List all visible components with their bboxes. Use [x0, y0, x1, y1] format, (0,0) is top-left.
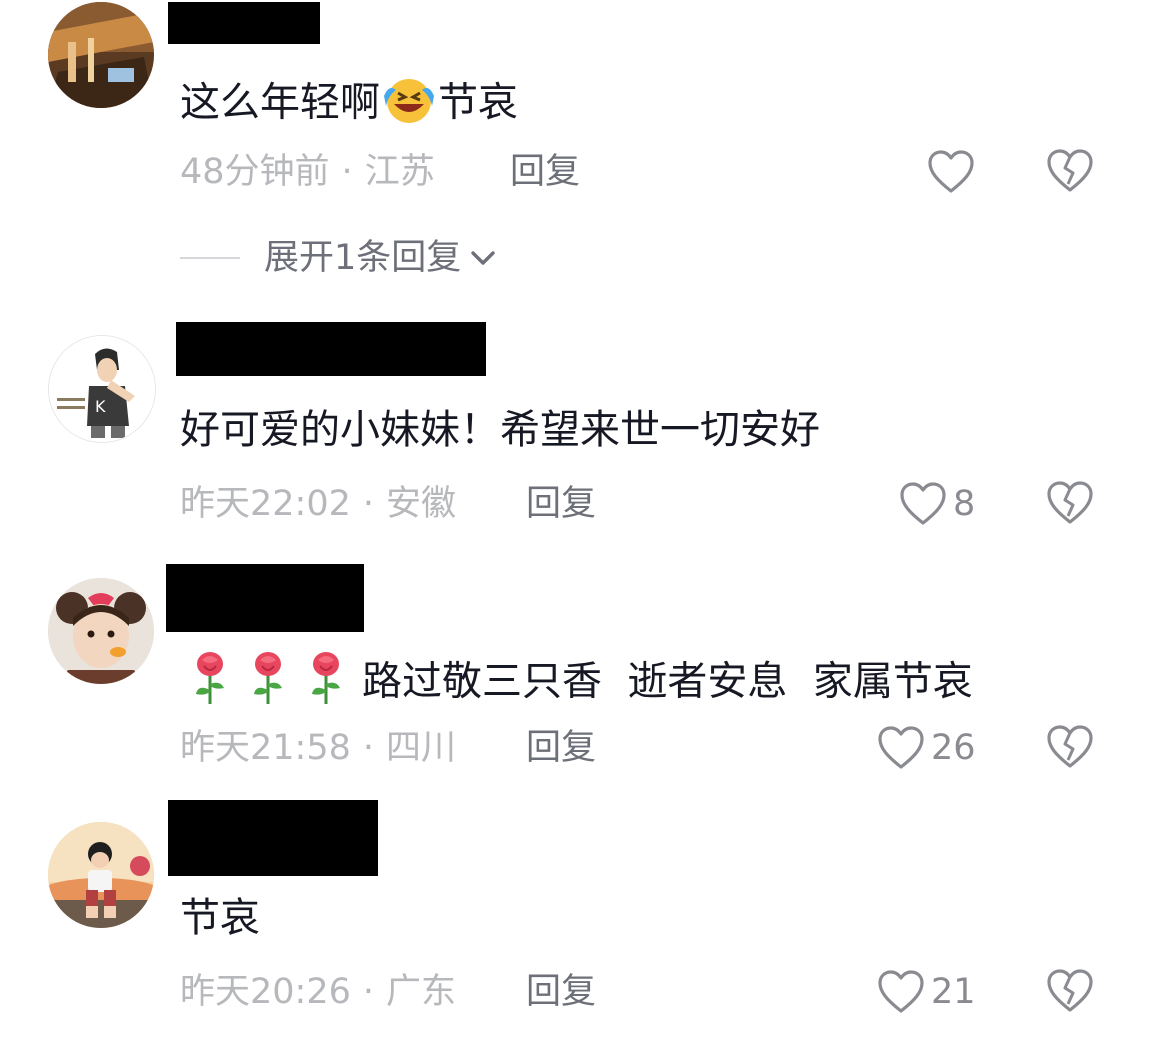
- avatar[interactable]: K: [48, 335, 156, 443]
- comment-text: 节哀: [180, 895, 260, 941]
- rose-emoji: [304, 650, 348, 717]
- comment-text: 好可爱的小妹妹！希望来世一切安好: [180, 407, 820, 453]
- like-count: 21: [931, 972, 976, 1012]
- dislike-button[interactable]: [1046, 724, 1094, 772]
- meta-separator: ·: [362, 728, 375, 768]
- dislike-button[interactable]: [1046, 480, 1094, 528]
- redacted-username: [168, 800, 378, 876]
- expand-replies-button[interactable]: 展开1条回复: [180, 236, 501, 280]
- dislike-button[interactable]: [1046, 148, 1094, 196]
- like-button[interactable]: 8: [899, 480, 975, 528]
- svg-text:K: K: [95, 397, 106, 416]
- comment-time: 昨天20:26: [180, 972, 351, 1012]
- like-button[interactable]: [927, 148, 981, 196]
- comment-region: 安徽: [386, 484, 457, 524]
- like-count: 26: [931, 728, 976, 768]
- comment-meta: 昨天21:58 · 四川: [180, 728, 456, 768]
- comment-item: 路过敬三只香 逝者安息 家属节哀 昨天21:58 · 四川 回复 26: [0, 540, 1152, 790]
- reply-button[interactable]: 回复: [526, 484, 596, 524]
- comment-item: K 好可爱的小妹妹！希望来世一切安好 昨天22:02 · 安徽 回复 8: [0, 300, 1152, 540]
- rose-emoji: [246, 650, 290, 717]
- like-button[interactable]: 26: [877, 724, 976, 772]
- avatar[interactable]: [48, 2, 154, 108]
- comment-meta: 48分钟前 · 江苏: [180, 152, 435, 192]
- comment-item: 节哀 昨天20:26 · 广东 回复 21: [0, 790, 1152, 1040]
- avatar[interactable]: [48, 578, 154, 684]
- comment-time: 48分钟前: [180, 152, 330, 192]
- broken-heart-icon: [1047, 969, 1093, 1012]
- heart-outline-icon: [900, 482, 946, 525]
- avatar[interactable]: [48, 822, 154, 928]
- reply-button[interactable]: 回复: [526, 972, 596, 1012]
- expand-divider: [180, 257, 240, 259]
- redacted-username: [168, 2, 320, 44]
- comment-region: 四川: [386, 728, 457, 768]
- comment-meta: 昨天22:02 · 安徽: [180, 484, 456, 524]
- comment-item: 这么年轻啊 节哀 48分钟前 · 江苏 回复 展开1条回复: [0, 0, 1152, 300]
- like-button[interactable]: 21: [877, 968, 976, 1016]
- comment-text: 路过敬三只香 逝者安息 家属节哀: [188, 650, 973, 717]
- reply-button[interactable]: 回复: [526, 728, 596, 768]
- broken-heart-icon: [1047, 149, 1093, 192]
- comment-region: 江苏: [364, 152, 435, 192]
- chevron-down-icon: [471, 251, 495, 265]
- heart-outline-icon: [878, 970, 924, 1013]
- rose-emoji: [188, 650, 232, 717]
- redacted-username: [176, 322, 486, 376]
- broken-heart-icon: [1047, 481, 1093, 524]
- comment-time: 昨天21:58: [180, 728, 351, 768]
- comment-time: 昨天22:02: [180, 484, 351, 524]
- like-count: 8: [953, 484, 976, 524]
- redacted-username: [166, 564, 364, 632]
- dislike-button[interactable]: [1046, 968, 1094, 1016]
- meta-separator: ·: [341, 152, 353, 192]
- comment-region: 广东: [386, 972, 457, 1012]
- meta-separator: ·: [362, 972, 375, 1012]
- broken-heart-icon: [1047, 725, 1093, 768]
- comment-meta: 昨天20:26 · 广东: [180, 972, 456, 1012]
- meta-separator: ·: [362, 484, 375, 524]
- comment-text: 这么年轻啊 节哀: [180, 74, 518, 135]
- heart-outline-icon: [878, 726, 924, 769]
- grinning-squinting-tears-emoji: [380, 74, 438, 135]
- heart-outline-icon: [928, 150, 974, 193]
- expand-replies-label: 展开1条回复: [264, 238, 462, 278]
- reply-button[interactable]: 回复: [510, 152, 580, 192]
